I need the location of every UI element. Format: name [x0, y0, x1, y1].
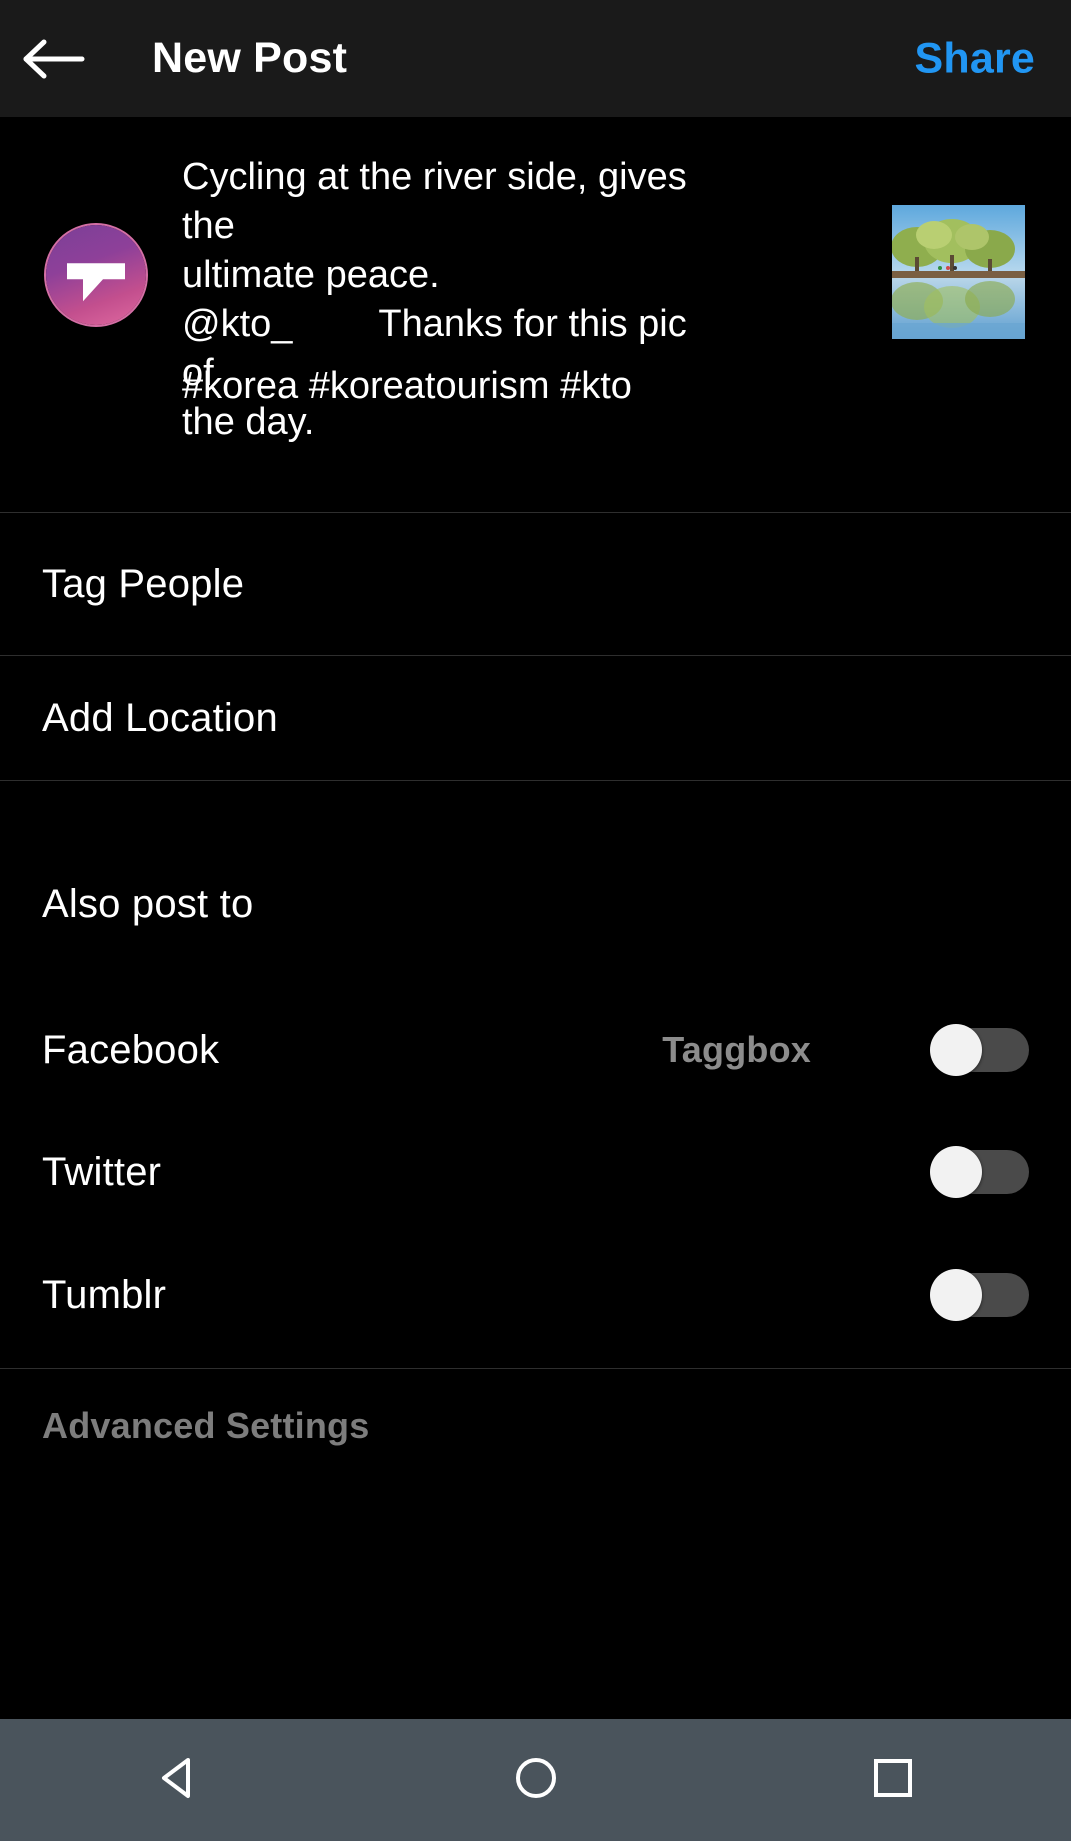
tumblr-toggle[interactable]: [930, 1269, 1029, 1321]
nav-back-button[interactable]: [119, 1719, 239, 1841]
facebook-account-label: Taggbox: [662, 1029, 811, 1070]
app-header: New Post Share: [0, 0, 1071, 117]
facebook-toggle[interactable]: [930, 1024, 1029, 1076]
composer-block: Cycling at the river side, gives the ult…: [0, 117, 1071, 512]
avatar: [46, 225, 146, 325]
facebook-label: Facebook: [42, 1027, 220, 1072]
social-row-facebook[interactable]: Facebook Taggbox: [0, 1000, 1071, 1100]
advanced-settings-link[interactable]: Advanced Settings: [42, 1405, 369, 1447]
page-title: New Post: [152, 34, 348, 82]
caption-mention[interactable]: @kto_: [182, 303, 292, 345]
twitter-label: Twitter: [42, 1149, 162, 1194]
square-recents-icon: [872, 1757, 914, 1804]
post-thumbnail[interactable]: [892, 205, 1025, 339]
circle-home-icon: [514, 1756, 558, 1805]
arrow-left-icon: [22, 37, 86, 81]
social-row-tumblr[interactable]: Tumblr: [0, 1245, 1071, 1345]
back-button[interactable]: [0, 0, 108, 117]
facebook-toggle-knob: [930, 1024, 982, 1076]
share-button[interactable]: Share: [914, 34, 1035, 83]
nav-home-button[interactable]: [476, 1719, 596, 1841]
tumblr-label: Tumblr: [42, 1272, 167, 1317]
caption-line-2: ultimate peace.: [182, 254, 440, 296]
new-post-screen: New Post Share Cycling at the river side…: [0, 0, 1071, 1841]
add-location-label: Add Location: [42, 695, 278, 740]
menu-item-tag-people[interactable]: Tag People: [0, 513, 1071, 655]
android-navbar: [0, 1719, 1071, 1841]
menu-item-add-location[interactable]: Add Location: [0, 656, 1071, 780]
divider-advanced: [0, 1368, 1071, 1369]
twitter-toggle-knob: [930, 1146, 982, 1198]
nav-recents-button[interactable]: [833, 1719, 953, 1841]
tag-people-label: Tag People: [42, 561, 245, 606]
caption-hashtags[interactable]: #korea #koreatourism #kto: [182, 362, 882, 411]
social-row-twitter[interactable]: Twitter: [0, 1122, 1071, 1222]
caption-line-1: Cycling at the river side, gives the: [182, 156, 698, 247]
divider-add-location: [0, 780, 1071, 781]
thumbnail-image: [892, 205, 1025, 339]
twitter-toggle[interactable]: [930, 1146, 1029, 1198]
also-post-to-heading: Also post to: [42, 882, 254, 926]
tumblr-toggle-knob: [930, 1269, 982, 1321]
triangle-back-icon: [158, 1756, 200, 1805]
taggbox-logo-icon: [67, 263, 125, 302]
